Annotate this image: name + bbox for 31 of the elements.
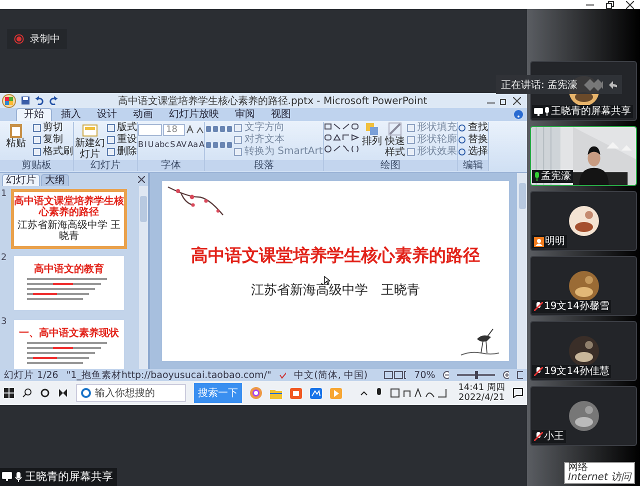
slide-subtitle: 江苏省新海高级中学 王晓青 (251, 282, 420, 298)
participant-name: 19文14孙佳慧 (544, 366, 610, 377)
speaker-label: 正在讲话: 孟宪濠 (501, 78, 578, 92)
language-label: 中文(简体, 中国) (294, 368, 368, 382)
participant-name: 王晓青的屏幕共享 (551, 106, 631, 117)
group-label: 字体 (138, 160, 204, 171)
slide-counter: 幻灯片 1/26 (4, 368, 58, 382)
share-owner: 王晓青的屏幕共享 (25, 469, 113, 484)
thumbnail-subtitle: 江苏省新海高级中学 王晓青 (16, 220, 122, 242)
tooltip-title: 网络 (568, 463, 588, 473)
thumbnail-title: 高中语文的教育 (34, 264, 104, 274)
group-label: 绘图 (324, 160, 457, 171)
window-title: 高中语文课堂培养学生核心素养的路径.pptx - Microsoft PowerPoint (116, 94, 428, 108)
slide-title: 高中语文课堂培养学生核心素养的路径 (191, 244, 480, 266)
participant-name: 孟宪濠 (541, 171, 571, 182)
thumbnail-title: 高中语文课堂培养学生核心素养的路径 (14, 196, 124, 218)
theme-name: "1_抱鱼素材http://baoyusucai.taobao.com/" (66, 368, 272, 382)
group-label: 剪贴板 (0, 160, 73, 171)
slide-number: 1 (0, 189, 8, 201)
slide-number: 3 (0, 317, 8, 329)
thumbnail-title: 一、高中语文素养现状 (19, 328, 119, 338)
zoom-level: 70% (414, 370, 436, 380)
group-label: 段落 (205, 160, 323, 171)
participant-name: 19文14孙馨雪 (544, 301, 610, 312)
group-label: 编辑 (458, 160, 488, 171)
participant-name: 小王 (544, 431, 564, 442)
recording-label: 录制中 (30, 32, 60, 46)
tooltip-text: Internet 访问 (568, 473, 632, 483)
participant-name: 明明 (545, 236, 565, 247)
slide-number: 2 (0, 253, 8, 265)
group-label: 幻灯片 (74, 160, 137, 171)
